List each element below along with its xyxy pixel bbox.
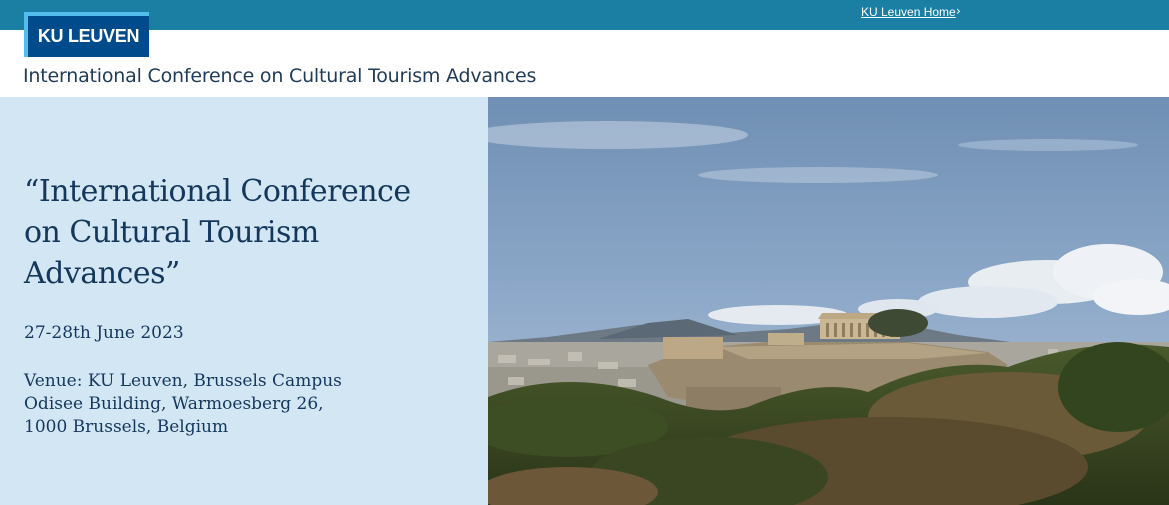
conference-date: 27-28th June 2023 bbox=[24, 323, 184, 343]
ku-leuven-home-link[interactable]: KU Leuven Home bbox=[861, 5, 956, 19]
venue-address: Venue: KU Leuven, Brussels Campus Odisee… bbox=[24, 370, 342, 439]
hero-title: “International Conference on Cultural To… bbox=[24, 174, 411, 291]
ku-leuven-logo[interactable]: KU LEUVEN bbox=[24, 12, 149, 57]
site-title[interactable]: International Conference on Cultural Tou… bbox=[23, 65, 536, 87]
logo-box: KU LEUVEN bbox=[28, 16, 149, 57]
venue-line: Venue: KU Leuven, Brussels Campus bbox=[24, 371, 342, 391]
venue-line: Odisee Building, Warmoesberg 26, bbox=[24, 394, 324, 414]
acropolis-photo bbox=[488, 97, 1169, 505]
logo-text: KU LEUVEN bbox=[37, 26, 140, 46]
chevron-right-icon[interactable]: › bbox=[956, 4, 961, 18]
top-bar: KU Leuven Home › bbox=[0, 0, 1169, 30]
hero-info-panel: “International Conference on Cultural To… bbox=[0, 97, 488, 505]
venue-line: 1000 Brussels, Belgium bbox=[24, 417, 229, 437]
